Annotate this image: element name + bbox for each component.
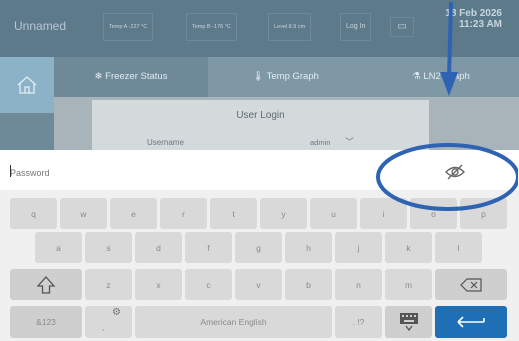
chevron-down-icon[interactable]: ﹀ [345, 135, 354, 148]
comma-label: , [102, 322, 105, 332]
flask-icon: ⚗ [412, 71, 421, 82]
key-w[interactable]: w [60, 198, 107, 229]
login-button[interactable]: Log In [340, 13, 372, 41]
shift-icon [36, 275, 56, 294]
project-name: Unnamed [14, 19, 67, 33]
tab-label: Temp Graph [266, 71, 319, 82]
backspace-key[interactable] [435, 269, 507, 300]
key-c[interactable]: c [185, 269, 232, 300]
snowflake-icon: ❄ [94, 71, 103, 82]
temp-b-readout: Temp B -176 °C [186, 13, 237, 41]
backspace-icon [460, 277, 482, 292]
key-f[interactable]: f [185, 232, 232, 263]
key-r[interactable]: r [160, 198, 207, 229]
key-t[interactable]: t [210, 198, 257, 229]
enter-key[interactable] [435, 306, 507, 338]
key-q[interactable]: q [10, 198, 57, 229]
key-d[interactable]: d [135, 232, 182, 263]
key-n[interactable]: n [335, 269, 382, 300]
home-button[interactable] [0, 57, 54, 113]
tab-freezer-status[interactable]: ❄ Freezer Status [54, 57, 208, 97]
key-g[interactable]: g [235, 232, 282, 263]
key-l[interactable]: l [435, 232, 482, 263]
temp-a-readout: Temp A -227 °C [103, 13, 154, 41]
on-screen-keyboard: q w e r t y u i o p a s d f g h j k l z … [0, 190, 519, 341]
key-m[interactable]: m [385, 269, 432, 300]
key-k[interactable]: k [385, 232, 432, 263]
annotation-arrow [440, 1, 458, 96]
thermometer-icon: 🌡︎ [252, 71, 265, 82]
level-readout: Level 8.9 cm [268, 13, 312, 41]
annotation-circle [376, 143, 518, 211]
key-a[interactable]: a [35, 232, 82, 263]
username-label: Username [147, 138, 184, 147]
key-v[interactable]: v [235, 269, 282, 300]
key-s[interactable]: s [85, 232, 132, 263]
password-input[interactable] [10, 166, 370, 180]
key-j[interactable]: j [335, 232, 382, 263]
tab-label: Freezer Status [105, 71, 168, 82]
text-caret [10, 165, 11, 177]
tab-temp-graph[interactable]: 🌡︎ Temp Graph [208, 57, 363, 97]
keyboard-hide-icon [399, 313, 418, 332]
screen-icon[interactable]: ▭ [390, 17, 414, 37]
key-u[interactable]: u [310, 198, 357, 229]
comma-settings-key[interactable]: ⚙ , [85, 306, 132, 338]
shift-key[interactable] [10, 269, 82, 300]
key-y[interactable]: y [260, 198, 307, 229]
symbols-key[interactable]: &123 [10, 306, 82, 338]
home-icon [17, 76, 37, 94]
key-e[interactable]: e [110, 198, 157, 229]
enter-arrow-icon [457, 316, 485, 328]
punctuation-key[interactable]: . !? [335, 306, 382, 338]
space-key[interactable]: American English [135, 306, 332, 338]
key-x[interactable]: x [135, 269, 182, 300]
hide-keyboard-key[interactable] [385, 306, 432, 338]
key-b[interactable]: b [285, 269, 332, 300]
key-h[interactable]: h [285, 232, 332, 263]
username-select[interactable]: admin [310, 138, 330, 147]
login-title: User Login [236, 110, 285, 121]
sidebar-background [0, 113, 54, 150]
key-z[interactable]: z [85, 269, 132, 300]
gear-icon: ⚙ [112, 307, 121, 318]
